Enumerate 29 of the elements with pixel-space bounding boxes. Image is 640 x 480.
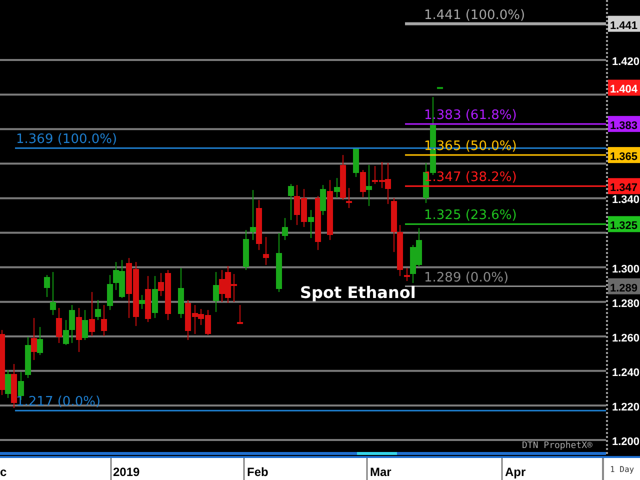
price-tick: 1.340: [612, 194, 640, 206]
price-badge: 1.404: [608, 80, 640, 96]
price-tick: 1.220: [612, 401, 640, 414]
price-badge: 1.325: [608, 216, 640, 232]
price-tick: 1.280: [612, 298, 640, 310]
watermark-text: DTN ProphetX®: [522, 441, 592, 451]
interval-label: 1 Day: [602, 458, 640, 480]
date-label: Mar: [370, 465, 392, 479]
date-label: Apr: [505, 465, 526, 479]
fibonacci-label: 1.325 (23.6%): [424, 208, 517, 224]
price-badge: 1.347: [608, 178, 640, 194]
price-badge: 1.289: [608, 278, 640, 294]
price-badge: 1.441: [608, 16, 640, 32]
candlestick: [437, 87, 443, 89]
price-tick: 1.200: [612, 436, 640, 448]
price-badge: 1.365: [608, 147, 640, 164]
date-label: Feb: [247, 465, 268, 479]
price-tick: 1.240: [612, 366, 640, 379]
chart-legend: Spot Ethanol: [300, 283, 416, 302]
price-badge: 1.383: [608, 116, 640, 132]
fibonacci-label: 1.369 (100.0%): [16, 132, 118, 148]
fibonacci-label: 1.441 (100.0%): [424, 8, 526, 23]
fibonacci-label: 1.289 (0.0%): [424, 270, 509, 286]
price-tick: 1.300: [612, 263, 640, 276]
price-tick: 1.260: [612, 332, 640, 344]
price-tick: 1.420: [612, 56, 640, 68]
date-label: 2019: [113, 465, 140, 479]
date-label: c: [0, 465, 7, 479]
candlestick: [237, 304, 243, 324]
